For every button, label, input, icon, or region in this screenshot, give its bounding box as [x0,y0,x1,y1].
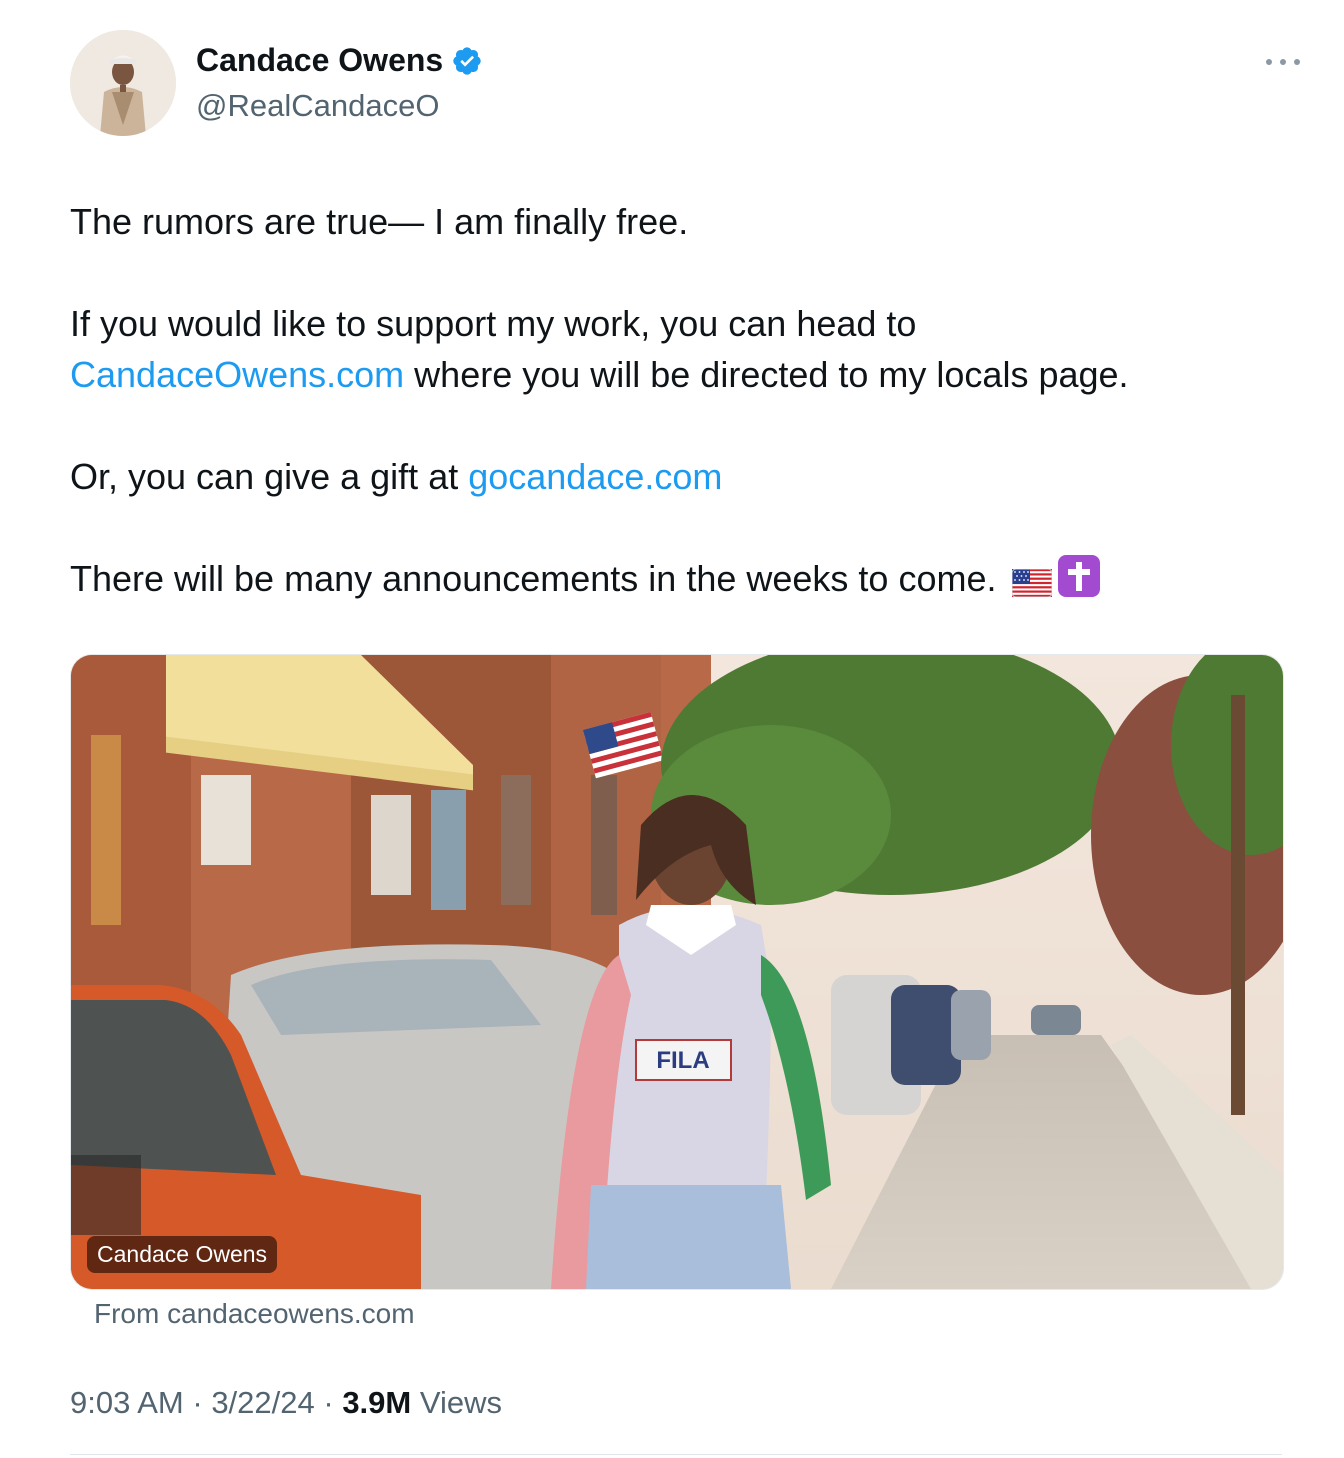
more-dot [1266,59,1272,65]
latin-cross-emoji [1058,555,1101,610]
tweet-line-5-text: There will be many announcements in the … [70,558,1007,599]
author-avatar[interactable] [70,30,176,136]
tweet-line-1: The rumors are true— I am finally free. [70,201,689,242]
views-label: Views [411,1385,502,1420]
street-photo: FILA [71,655,1283,1289]
tweet-photo[interactable]: FILA Candace Owens [70,654,1284,1290]
tweet-meta: 9:03 AM · 3/22/24 · 3.9M Views [70,1385,502,1421]
svg-text:FILA: FILA [656,1047,709,1074]
media-source-link[interactable]: From candaceowens.com [94,1298,415,1330]
author-display-name[interactable]: Candace Owens [196,42,443,79]
tweet-line-3: CandaceOwens.com where you will be direc… [70,349,1290,400]
divider [70,1454,1282,1455]
tweet-line-2: If you would like to support my work, yo… [70,303,917,344]
candaceowens-link[interactable]: CandaceOwens.com [70,354,404,395]
author-handle[interactable]: @RealCandaceO [196,88,439,124]
views-count: 3.9M [342,1385,412,1420]
tweet-time[interactable]: 9:03 AM [70,1385,184,1420]
more-options-icon[interactable] [1266,52,1300,72]
us-flag-emoji [1011,559,1053,610]
gocandace-link[interactable]: gocandace.com [468,456,722,497]
author-name-row: Candace Owens [196,42,483,79]
more-dot [1280,59,1286,65]
meta-separator: · [183,1385,212,1420]
tweet-line-5: There will be many announcements in the … [70,553,1290,610]
more-dot [1294,59,1300,65]
media-credit-badge: Candace Owens [87,1236,278,1273]
verified-badge-icon[interactable] [451,45,483,77]
meta-separator: · [314,1385,343,1420]
tweet-date[interactable]: 3/22/24 [211,1385,314,1420]
tweet-line-4: Or, you can give a gift at gocandace.com [70,451,1290,502]
tweet-text: The rumors are true— I am finally free. … [70,196,1290,610]
tweet-line-4-prefix: Or, you can give a gift at [70,456,469,497]
profile-photo-avatar [70,30,176,136]
tweet-line-3-rest: where you will be directed to my locals … [404,354,1129,395]
